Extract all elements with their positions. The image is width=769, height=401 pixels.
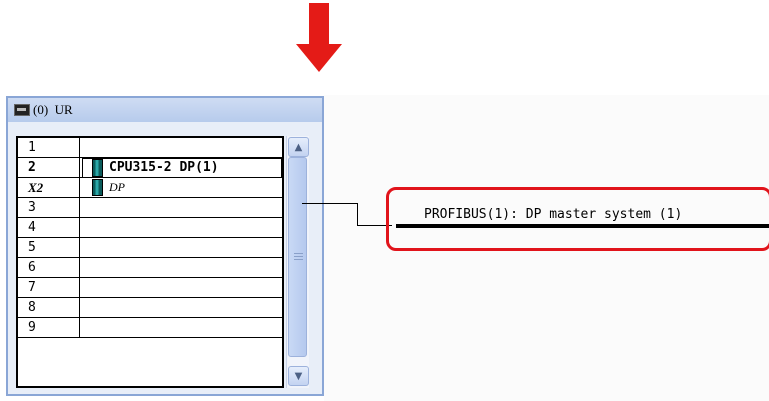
down-arrow-icon xyxy=(296,3,342,72)
rack-title: (0) UR xyxy=(33,102,73,117)
slot-row-4[interactable]: 4 xyxy=(18,218,282,238)
slot-number: 5 xyxy=(18,238,80,257)
slot-row-3[interactable]: 3 xyxy=(18,198,282,218)
cpu-module-icon xyxy=(92,158,103,177)
rack-titlebar[interactable]: (0) UR xyxy=(8,98,322,122)
slot-row-6[interactable]: 6 xyxy=(18,258,282,278)
slot-number: 8 xyxy=(18,298,80,317)
slot-number: 2 xyxy=(18,158,80,177)
connection-line xyxy=(302,203,358,204)
slot-row-5[interactable]: 5 xyxy=(18,238,282,258)
slot-table: 1 2 CPU315-2 DP(1) X2 DP 3 4 5 6 7 8 9 xyxy=(16,136,284,388)
slot-number: 4 xyxy=(18,218,80,237)
rack-icon xyxy=(14,104,30,116)
scroll-thumb[interactable] xyxy=(288,157,307,357)
slot-row-2[interactable]: 2 CPU315-2 DP(1) xyxy=(18,158,282,178)
profibus-line[interactable] xyxy=(396,224,769,228)
slot-number: 6 xyxy=(18,258,80,277)
cpu-module-label: CPU315-2 DP(1) xyxy=(109,160,219,175)
dp-interface-label: DP xyxy=(109,180,125,194)
dp-interface-icon xyxy=(92,179,103,196)
scroll-down-button[interactable]: ▼ xyxy=(288,366,309,386)
slot-number: 3 xyxy=(18,198,80,217)
rack-window[interactable]: (0) UR 1 2 CPU315-2 DP(1) X2 DP 3 4 5 6 … xyxy=(6,96,324,396)
slot-number: X2 xyxy=(18,178,80,197)
slot-row-9[interactable]: 9 xyxy=(18,318,282,338)
slot-row-x2[interactable]: X2 DP xyxy=(18,178,282,198)
chevron-down-icon: ▼ xyxy=(294,370,303,382)
chevron-up-icon: ▲ xyxy=(294,141,303,153)
dp-interface[interactable]: DP xyxy=(82,178,125,197)
slot-number: 1 xyxy=(18,138,80,157)
slot-row-1[interactable]: 1 xyxy=(18,138,282,158)
scroll-up-button[interactable]: ▲ xyxy=(288,137,309,157)
master-system-label[interactable]: PROFIBUS(1): DP master system (1) xyxy=(424,207,682,222)
vertical-scrollbar[interactable]: ▲ ▼ xyxy=(286,136,309,388)
slot-row-8[interactable]: 8 xyxy=(18,298,282,318)
slot-number: 9 xyxy=(18,318,80,337)
connection-line xyxy=(357,203,358,226)
grip-icon xyxy=(294,253,303,261)
slot-number: 7 xyxy=(18,278,80,297)
cpu-module[interactable]: CPU315-2 DP(1) xyxy=(82,158,219,177)
slot-row-7[interactable]: 7 xyxy=(18,278,282,298)
